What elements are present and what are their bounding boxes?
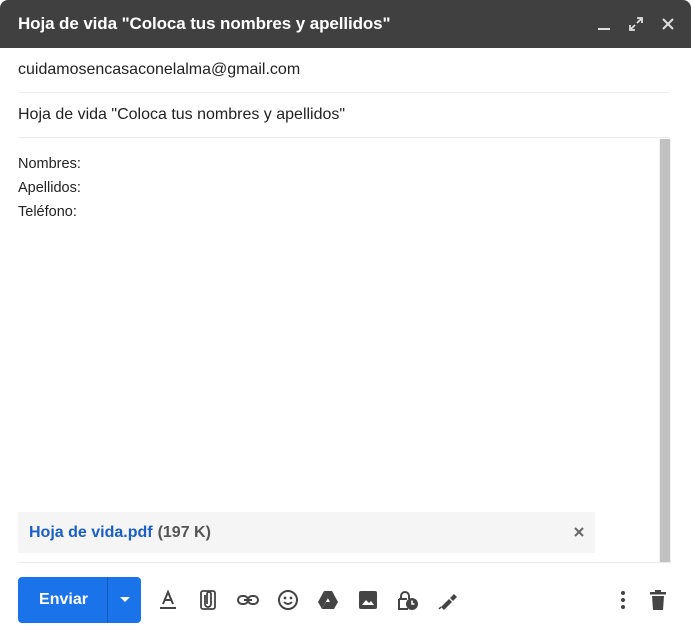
emoji-icon[interactable] [276,588,300,612]
subject-field[interactable]: Hoja de vida "Coloca tus nombres y apell… [18,93,670,138]
attachment-size: (197 K) [157,523,211,541]
attachment-chip[interactable]: Hoja de vida.pdf (197 K) [18,512,595,553]
body-line: Apellidos: [18,180,81,196]
minimize-icon[interactable] [595,15,613,33]
body-line: Nombres: [18,156,81,172]
attachment-name[interactable]: Hoja de vida.pdf [29,524,153,542]
body-scrollbar[interactable] [659,139,671,563]
window-controls [595,0,677,48]
body-line: Teléfono: [18,204,77,220]
compose-toolbar: Enviar [0,577,691,623]
expand-icon[interactable] [627,15,645,33]
subject-text: Hoja de vida "Coloca tus nombres y apell… [18,106,346,123]
remove-attachment-icon[interactable] [571,524,587,540]
divider [18,562,670,563]
send-button[interactable]: Enviar [18,577,108,623]
delete-icon[interactable] [646,588,670,612]
recipient-address: cuidamosencasaconelalma@gmail.com [18,61,301,78]
google-drive-icon[interactable] [316,588,340,612]
scrollbar-thumb[interactable] [660,139,670,563]
confidential-mode-icon[interactable] [396,588,420,612]
message-body[interactable]: Nombres: Apellidos: Teléfono: [18,152,648,492]
close-icon[interactable] [659,15,677,33]
send-options-button[interactable] [108,577,141,623]
chevron-down-icon [119,597,130,602]
insert-link-icon[interactable] [236,588,260,612]
compose-title: Hoja de vida "Coloca tus nombres y apell… [18,14,391,33]
compose-window: Hoja de vida "Coloca tus nombres y apell… [0,0,691,636]
more-options-icon[interactable] [611,588,635,612]
recipients-field[interactable]: cuidamosencasaconelalma@gmail.com [18,48,670,93]
signature-icon[interactable] [436,588,460,612]
send-button-group: Enviar [18,577,141,623]
compose-title-bar[interactable]: Hoja de vida "Coloca tus nombres y apell… [0,0,691,48]
format-text-icon[interactable] [156,588,180,612]
insert-photo-icon[interactable] [356,588,380,612]
attach-file-icon[interactable] [196,588,220,612]
